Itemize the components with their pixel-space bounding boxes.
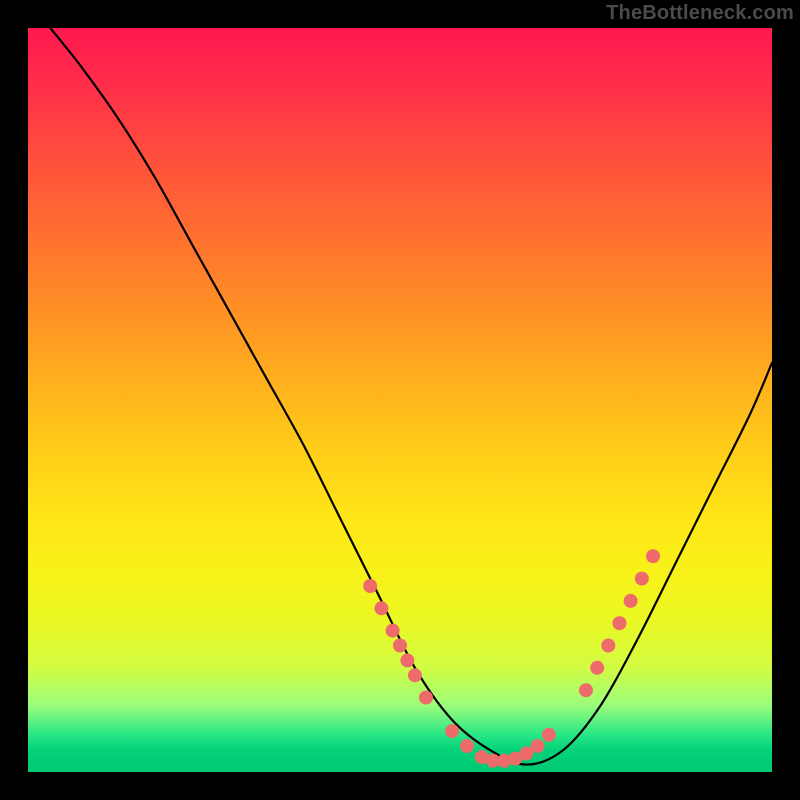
marker-dot xyxy=(646,549,660,563)
plot-area xyxy=(28,28,772,772)
marker-dot xyxy=(400,653,414,667)
marker-dot xyxy=(624,594,638,608)
marker-dot xyxy=(601,639,615,653)
chart-container: TheBottleneck.com xyxy=(0,0,800,800)
watermark-text: TheBottleneck.com xyxy=(606,2,794,25)
marker-dot xyxy=(460,739,474,753)
marker-dot xyxy=(393,639,407,653)
marker-dot xyxy=(635,572,649,586)
marker-dot xyxy=(590,661,604,675)
marker-dot xyxy=(579,683,593,697)
marker-dot xyxy=(542,728,556,742)
chart-svg xyxy=(28,28,772,772)
marker-dot xyxy=(419,691,433,705)
bottleneck-curve xyxy=(50,28,772,765)
marker-dot xyxy=(374,601,388,615)
marker-dot xyxy=(408,668,422,682)
marker-dot xyxy=(613,616,627,630)
marker-dot xyxy=(531,739,545,753)
marker-dot xyxy=(363,579,377,593)
marker-dot xyxy=(386,624,400,638)
marker-group xyxy=(363,549,660,768)
marker-dot xyxy=(445,724,459,738)
